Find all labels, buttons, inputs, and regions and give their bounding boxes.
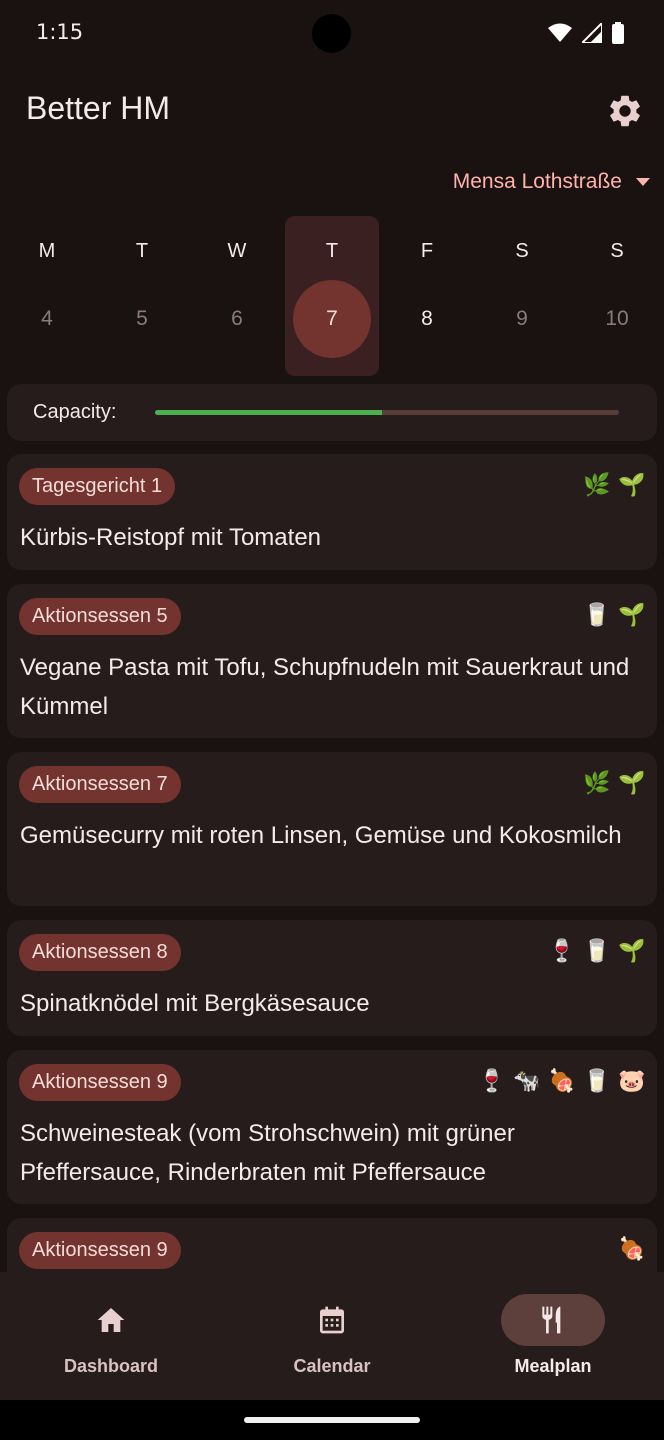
meal-list: Tagesgericht 1 🌿 🌱 Kürbis-Reistopf mit T… [0, 454, 664, 1272]
day-number: 9 [516, 307, 528, 330]
meal-card[interactable]: Aktionsessen 5 🥛 🌱 Vegane Pasta mit Tofu… [7, 584, 657, 738]
seedling-icon: 🌱 [618, 603, 646, 628]
day-letter: S [610, 240, 624, 262]
battery-icon [612, 22, 624, 44]
meal-category-tag: Aktionsessen 8 [19, 934, 181, 971]
seedling-icon: 🌱 [618, 473, 646, 498]
meat-icon: 🍖 [618, 1237, 646, 1262]
day-number: 8 [421, 307, 433, 330]
meal-icons: 🍷 🐄 🍖 🥛 🐷 [478, 1068, 645, 1096]
wine-icon: 🍷 [548, 939, 576, 964]
meal-category-tag: Aktionsessen 5 [19, 598, 181, 635]
nav-icon-container [59, 1294, 163, 1346]
app-title: Better HM [26, 90, 171, 126]
wifi-icon [548, 23, 572, 42]
day-saturday[interactable]: S 9 [475, 216, 569, 376]
meat-icon: 🍖 [548, 1069, 576, 1094]
day-number: 4 [41, 307, 53, 330]
nav-label: Calendar [293, 1356, 371, 1376]
meal-card[interactable]: Aktionsessen 7 🌿 🌱 Gemüsecurry mit roten… [7, 752, 657, 906]
fork-knife-icon [542, 1306, 561, 1334]
nav-icon-container [280, 1294, 384, 1346]
mensa-dropdown[interactable]: Mensa Lothstraße [453, 166, 650, 198]
day-monday[interactable]: M 4 [0, 216, 94, 376]
status-bar: 1:15 [0, 0, 664, 70]
wine-icon: 🍷 [478, 1069, 506, 1094]
day-sunday[interactable]: S 10 [570, 216, 664, 376]
week-day-selector: M 4 T 5 W 6 T 7 F 8 S 9 S 10 [0, 216, 664, 378]
nav-mealplan[interactable]: Mealplan [478, 1294, 628, 1384]
day-letter: S [515, 240, 529, 262]
signal-icon [582, 23, 602, 43]
meal-name: Vegane Pasta mit Tofu, Schupfnudeln mit … [20, 654, 630, 720]
day-letter: W [227, 240, 247, 262]
settings-button[interactable] [606, 92, 644, 130]
capacity-bar [155, 410, 619, 415]
camera-cutout [312, 14, 351, 53]
seedling-icon: 🌱 [618, 939, 646, 964]
meal-card[interactable]: Aktionsessen 9 🍖 [7, 1218, 657, 1272]
milk-icon: 🥛 [583, 603, 611, 628]
herb-icon: 🌿 [583, 771, 611, 796]
nav-label: Dashboard [63, 1356, 159, 1376]
meal-card[interactable]: Aktionsessen 9 🍷 🐄 🍖 🥛 🐷 Schweinesteak (… [7, 1050, 657, 1204]
capacity-label: Capacity: [33, 401, 117, 423]
herb-icon: 🌿 [583, 473, 611, 498]
meal-name: Gemüsecurry mit roten Linsen, Gemüse und… [20, 822, 622, 849]
day-number-selected: 7 [293, 280, 371, 358]
meal-name: Kürbis-Reistopf mit Tomaten [20, 524, 322, 551]
meal-card[interactable]: Tagesgericht 1 🌿 🌱 Kürbis-Reistopf mit T… [7, 454, 657, 570]
meal-category-tag: Aktionsessen 7 [19, 766, 181, 803]
meal-category-tag: Aktionsessen 9 [19, 1064, 181, 1101]
day-letter: T [325, 240, 339, 262]
app-bar: Better HM [0, 78, 664, 146]
meal-name: Spinatknödel mit Bergkäsesauce [20, 990, 370, 1017]
meal-icons: 🌿 🌱 [583, 770, 645, 798]
meal-icons: 🥛 🌱 [583, 602, 645, 630]
bottom-navigation: Dashboard Calendar Mealplan [0, 1272, 664, 1400]
day-letter: M [38, 240, 56, 262]
day-thursday[interactable]: T 7 [285, 216, 379, 376]
meal-icons: 🍷 🥛 🌱 [548, 938, 645, 966]
seedling-icon: 🌱 [618, 771, 646, 796]
cow-icon: 🐄 [513, 1069, 541, 1094]
meal-name: Schweinesteak (vom Strohschwein) mit grü… [20, 1120, 515, 1186]
day-letter: F [420, 240, 434, 262]
system-gesture-area [0, 1400, 664, 1440]
status-time: 1:15 [36, 20, 84, 44]
mensa-selected-label: Mensa Lothstraße [452, 170, 622, 193]
meal-card[interactable]: Aktionsessen 8 🍷 🥛 🌱 Spinatknödel mit Be… [7, 920, 657, 1036]
day-number: 10 [605, 307, 629, 330]
meal-icons: 🌿 🌱 [583, 472, 645, 500]
day-number: 5 [136, 307, 148, 330]
nav-icon-container-active [501, 1294, 605, 1346]
pig-icon: 🐷 [618, 1069, 646, 1094]
meal-icons: 🍖 [618, 1236, 645, 1264]
capacity-card: Capacity: [7, 384, 657, 441]
milk-icon: 🥛 [583, 1069, 611, 1094]
day-friday[interactable]: F 8 [380, 216, 474, 376]
calendar-icon [320, 1306, 344, 1334]
nav-label: Mealplan [514, 1356, 592, 1376]
home-gesture-handle[interactable] [244, 1417, 420, 1423]
meal-category-tag: Aktionsessen 9 [19, 1232, 181, 1269]
home-icon [97, 1308, 125, 1332]
nav-calendar[interactable]: Calendar [257, 1294, 407, 1384]
day-tuesday[interactable]: T 5 [95, 216, 189, 376]
day-wednesday[interactable]: W 6 [190, 216, 284, 376]
meal-category-tag: Tagesgericht 1 [19, 468, 176, 505]
dropdown-caret-icon [636, 178, 650, 186]
day-letter: T [135, 240, 149, 262]
status-icons [548, 22, 624, 44]
capacity-bar-fill [155, 410, 383, 415]
nav-dashboard[interactable]: Dashboard [36, 1294, 186, 1384]
day-number: 6 [231, 307, 243, 330]
milk-icon: 🥛 [583, 939, 611, 964]
gear-icon [610, 95, 640, 127]
